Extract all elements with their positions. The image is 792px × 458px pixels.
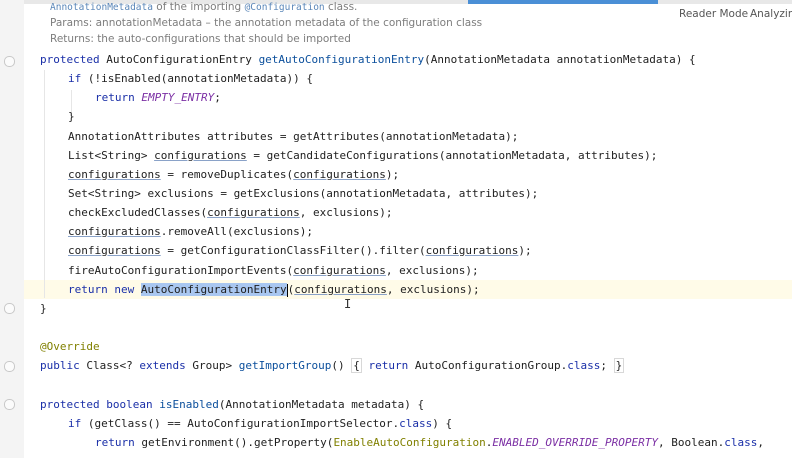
text-cursor-icon: I bbox=[344, 297, 352, 311]
code-line: protected AutoConfigurationEntry getAuto… bbox=[40, 53, 696, 66]
indent-guide bbox=[44, 70, 45, 298]
code-line: @Override bbox=[40, 340, 100, 353]
code-line-current: return new AutoConfigurationEntry(config… bbox=[68, 283, 480, 297]
code-line: protected boolean isEnabled(AnnotationMe… bbox=[40, 398, 425, 411]
analyzing-status: Analyzing... bbox=[750, 8, 792, 20]
code-line: Set<String> exclusions = getExclusions(a… bbox=[68, 187, 539, 200]
code-line: return getEnvironment().getProperty(Enab… bbox=[95, 436, 764, 449]
fold-icon[interactable] bbox=[4, 361, 15, 372]
code-line: return EMPTY_ENTRY; bbox=[95, 91, 221, 104]
active-tab-indicator bbox=[468, 0, 658, 4]
code-line: public Class<? extends Group> getImportG… bbox=[40, 358, 625, 373]
code-line: fireAutoConfigurationImportEvents(config… bbox=[68, 264, 479, 277]
fold-icon[interactable] bbox=[4, 399, 15, 410]
code-line: configurations.removeAll(exclusions); bbox=[68, 225, 314, 238]
reader-mode-button[interactable]: Reader Mode bbox=[679, 8, 748, 20]
doc-params: Params: annotationMetadata – the annotat… bbox=[50, 17, 483, 29]
code-line: AnnotationAttributes attributes = getAtt… bbox=[68, 130, 519, 143]
fold-icon[interactable] bbox=[4, 303, 15, 314]
doc-link[interactable]: @Configuration bbox=[245, 2, 325, 13]
code-line: if (getClass() == AutoConfigurationImpor… bbox=[68, 417, 453, 430]
code-line: configurations = removeDuplicates(config… bbox=[68, 168, 400, 181]
code-line: configurations = getConfigurationClassFi… bbox=[68, 244, 532, 257]
code-line: List<String> configurations = getCandida… bbox=[68, 149, 658, 162]
code-line: } bbox=[40, 302, 47, 315]
selected-text: AutoConfigurationEntry bbox=[140, 283, 287, 296]
doc-returns: Returns: the auto-configurations that sh… bbox=[50, 33, 351, 45]
code-line: } bbox=[68, 110, 75, 123]
code-line: if (!isEnabled(annotationMetadata)) { bbox=[68, 72, 314, 85]
editor-gutter bbox=[0, 0, 24, 458]
doc-link[interactable]: AnnotationMetadata bbox=[50, 2, 153, 13]
fold-icon[interactable] bbox=[4, 56, 15, 67]
code-line: checkExcludedClasses(configurations, exc… bbox=[68, 206, 393, 219]
